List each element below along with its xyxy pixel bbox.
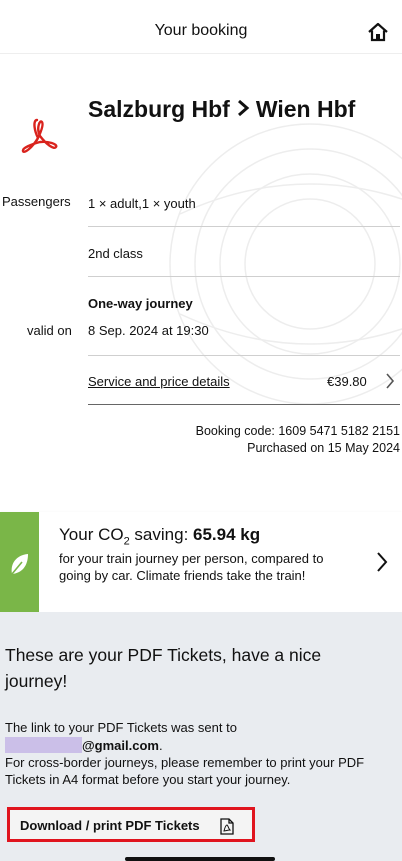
co2-saving-banner[interactable]: Your CO2 saving: 65.94 kg for your train… bbox=[0, 512, 402, 612]
tickets-heading: These are your PDF Tickets, have a nice … bbox=[5, 645, 322, 691]
pdf-file-icon bbox=[220, 818, 234, 835]
divider bbox=[88, 404, 400, 405]
watermark-graphic bbox=[169, 123, 402, 405]
class-value: 2nd class bbox=[88, 246, 143, 261]
route-arrow-icon bbox=[236, 94, 250, 125]
chevron-right-icon[interactable] bbox=[385, 372, 395, 390]
page-title: Your booking bbox=[154, 22, 248, 39]
co2-title: Your CO2 saving: 65.94 kg bbox=[59, 525, 261, 548]
divider bbox=[88, 355, 400, 356]
valid-on-value: 8 Sep. 2024 at 19:30 bbox=[88, 323, 209, 338]
email-address: @gmail.com. bbox=[5, 737, 163, 754]
co2-accent-bar bbox=[0, 512, 39, 612]
download-pdf-label: Download / print PDF Tickets bbox=[20, 818, 200, 833]
link-sent-text: The link to your PDF Tickets was sent to bbox=[5, 720, 237, 735]
leaf-icon bbox=[11, 554, 29, 575]
header-bar: Your booking bbox=[0, 0, 402, 54]
passengers-label: Passengers bbox=[2, 194, 71, 209]
route-to: Wien Hbf bbox=[255, 96, 356, 122]
divider bbox=[88, 276, 400, 277]
home-button[interactable] bbox=[367, 22, 389, 42]
price-value: €39.80 bbox=[327, 374, 367, 389]
chevron-right-icon[interactable] bbox=[376, 551, 388, 573]
journey-type: One-way journey bbox=[88, 296, 193, 311]
valid-on-label: valid on bbox=[27, 323, 72, 338]
route-from: Salzburg Hbf bbox=[88, 96, 230, 122]
purchase-date: Purchased on 15 May 2024 bbox=[247, 441, 400, 455]
co2-amount: 65.94 kg bbox=[193, 525, 261, 544]
cross-border-note: For cross-border journeys, please rememb… bbox=[5, 755, 365, 787]
pdf-acrobat-icon bbox=[21, 118, 58, 153]
co2-description: for your train journey per person, compa… bbox=[59, 551, 324, 583]
home-icon bbox=[368, 22, 388, 42]
divider bbox=[88, 226, 400, 227]
home-indicator bbox=[125, 857, 275, 861]
passengers-value: 1 × adult,1 × youth bbox=[88, 196, 196, 211]
download-pdf-button[interactable]: Download / print PDF Tickets bbox=[7, 807, 255, 842]
booking-code: Booking code: 1609 5471 5182 2151 bbox=[195, 424, 400, 438]
service-price-link[interactable]: Service and price details bbox=[88, 374, 230, 389]
redacted-email-user bbox=[5, 737, 82, 753]
route-title: Salzburg Hbf Wien Hbf bbox=[88, 94, 388, 125]
